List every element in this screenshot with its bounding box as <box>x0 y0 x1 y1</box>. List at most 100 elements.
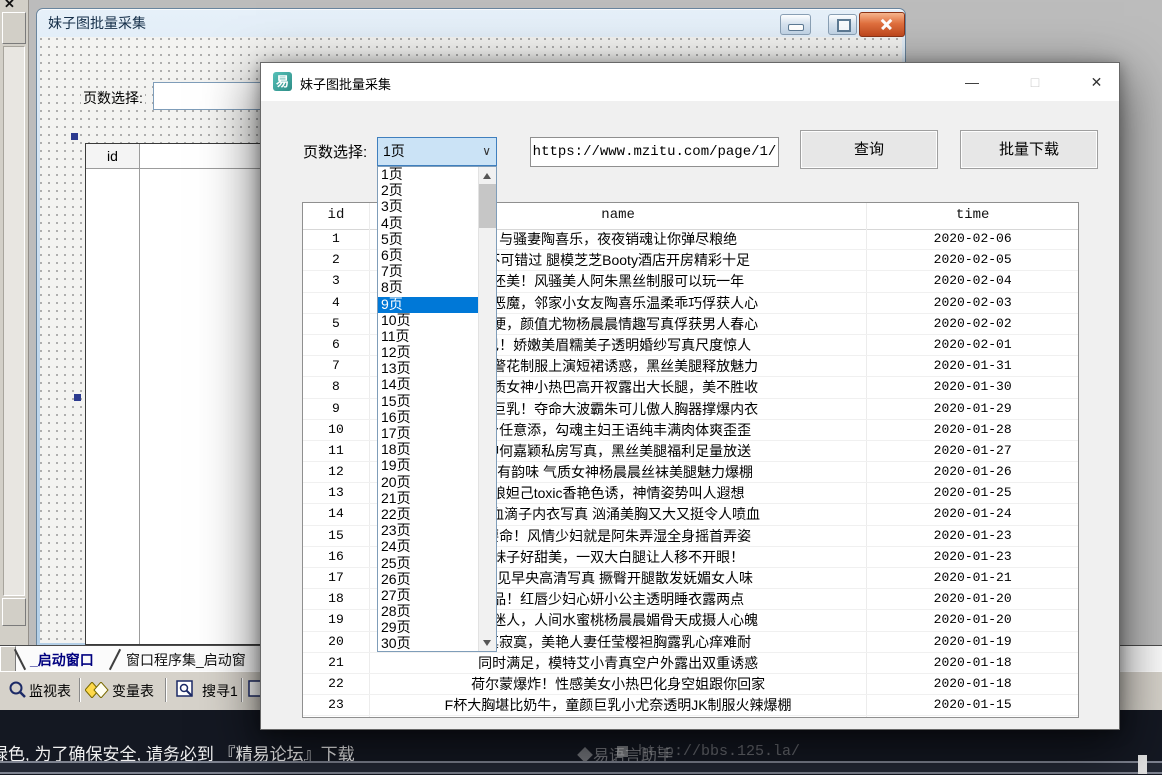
panel-close-icon[interactable]: ✕ <box>4 0 15 12</box>
table-cell-time: 2020-01-20 <box>867 589 1078 609</box>
table-cell-time: 2020-02-05 <box>867 250 1078 270</box>
dropdown-item[interactable]: 4页 <box>378 216 479 232</box>
minimize-button[interactable]: — <box>949 63 995 101</box>
table-cell-id: 14 <box>303 504 370 524</box>
variable-table-button[interactable]: 变量表 <box>112 681 154 701</box>
query-button[interactable]: 查询 <box>800 130 938 169</box>
batch-download-button[interactable]: 批量下载 <box>960 130 1098 169</box>
page-select-label: 页数选择: <box>303 141 367 162</box>
table-cell-id: 9 <box>303 399 370 419</box>
column-header-id[interactable]: id <box>303 203 370 229</box>
designer-table-id-header: id <box>86 144 139 168</box>
table-row[interactable]: 21同时满足，模特艾小青真空户外露出双重诱惑2020-01-18 <box>303 653 1078 674</box>
dropdown-item[interactable]: 27页 <box>378 588 479 604</box>
dropdown-item[interactable]: 14页 <box>378 377 479 393</box>
close-button[interactable]: ✕ <box>1074 63 1119 101</box>
table-cell-time: 2020-01-31 <box>867 356 1078 376</box>
table-cell-time: 2020-01-19 <box>867 632 1078 652</box>
dropdown-item[interactable]: 8页 <box>378 280 479 296</box>
dropdown-item[interactable]: 20页 <box>378 475 479 491</box>
listbox-scrollbar[interactable] <box>478 167 496 651</box>
table-row[interactable]: 24姐姐给你检查身体！黑衣护士朱可儿香艳高污非看不可2020-01-14 <box>303 716 1078 717</box>
dropdown-item[interactable]: 9页 <box>378 297 479 313</box>
panel-scroll-down-button[interactable] <box>2 598 26 626</box>
tab-startup-window[interactable]: _启动窗口 <box>30 650 94 670</box>
table-cell-time: 2020-01-20 <box>867 610 1078 630</box>
dropdown-item[interactable]: 23页 <box>378 523 479 539</box>
table-cell-time: 2020-01-15 <box>867 695 1078 715</box>
panel-scrollbar-track[interactable] <box>3 46 25 596</box>
table-cell-time: 2020-01-14 <box>867 716 1078 717</box>
table-cell-time: 2020-01-27 <box>867 441 1078 461</box>
dropdown-item[interactable]: 11页 <box>378 329 479 345</box>
dropdown-item[interactable]: 5页 <box>378 232 479 248</box>
dropdown-item[interactable]: 16页 <box>378 410 479 426</box>
dropdown-item[interactable]: 12页 <box>378 345 479 361</box>
table-cell-id: 4 <box>303 293 370 313</box>
column-header-time[interactable]: time <box>867 203 1078 229</box>
arrow-down-icon <box>483 640 491 646</box>
dropdown-item[interactable]: 15页 <box>378 394 479 410</box>
table-cell-time: 2020-02-03 <box>867 293 1078 313</box>
scrollbar-thumb[interactable] <box>479 184 496 228</box>
table-row[interactable]: 22荷尔蒙爆炸！性感美女小热巴化身空姐跟你回家2020-01-18 <box>303 674 1078 695</box>
dropdown-item[interactable]: 6页 <box>378 248 479 264</box>
panel-scroll-up-button[interactable] <box>2 12 26 44</box>
table-cell-time: 2020-01-18 <box>867 674 1078 694</box>
table-cell-time: 2020-01-30 <box>867 377 1078 397</box>
dropdown-item[interactable]: 30页 <box>378 636 479 652</box>
table-cell-id: 12 <box>303 462 370 482</box>
table-cell-id: 13 <box>303 483 370 503</box>
table-cell-time: 2020-02-02 <box>867 314 1078 334</box>
dropdown-item[interactable]: 24页 <box>378 539 479 555</box>
page-select-combobox[interactable]: 1页 ∨ <box>377 137 497 166</box>
dropdown-item[interactable]: 13页 <box>378 361 479 377</box>
banner-url: http://bbs.125.la/ <box>638 743 800 760</box>
dropdown-item[interactable]: 7页 <box>378 264 479 280</box>
scroll-down-button[interactable] <box>479 634 496 651</box>
arrow-up-icon <box>483 173 491 179</box>
dropdown-item[interactable]: 1页 <box>378 167 479 183</box>
scroll-up-button[interactable] <box>479 167 496 184</box>
table-cell-name: F杯大胸堪比奶牛，童颜巨乳小尤奈透明JK制服火辣爆棚 <box>370 695 867 715</box>
dropdown-item[interactable]: 19页 <box>378 458 479 474</box>
designer-maximize-button[interactable] <box>828 14 857 35</box>
dropdown-item[interactable]: 29页 <box>378 620 479 636</box>
dialog-titlebar[interactable]: 易 妹子图批量采集 — □ ✕ <box>261 63 1119 101</box>
dropdown-item[interactable]: 2页 <box>378 183 479 199</box>
tab-window-program-set[interactable]: 窗口程序集_启动窗 <box>126 650 246 670</box>
table-cell-time: 2020-01-23 <box>867 547 1078 567</box>
selection-handle[interactable] <box>74 394 81 401</box>
designer-window-title: 妹子图批量采集 <box>48 15 146 31</box>
screen: ✕ 妹子图批量采集 页数选择: id <box>0 0 1162 775</box>
table-cell-id: 10 <box>303 420 370 440</box>
url-input[interactable]: https://www.mzitu.com/page/1/ <box>530 137 779 167</box>
designer-close-button[interactable] <box>859 12 905 37</box>
selection-handle[interactable] <box>71 133 78 140</box>
table-cell-id: 3 <box>303 271 370 291</box>
dropdown-item[interactable]: 22页 <box>378 507 479 523</box>
watch-table-button[interactable]: 监视表 <box>29 681 71 701</box>
dropdown-item[interactable]: 21页 <box>378 491 479 507</box>
dropdown-item[interactable]: 10页 <box>378 313 479 329</box>
table-cell-time: 2020-01-21 <box>867 568 1078 588</box>
chevron-down-icon[interactable]: ∨ <box>482 138 491 165</box>
table-cell-id: 18 <box>303 589 370 609</box>
dropdown-item[interactable]: 28页 <box>378 604 479 620</box>
designer-minimize-button[interactable] <box>780 14 811 35</box>
designer-page-label[interactable]: 页数选择: <box>81 88 145 108</box>
dropdown-item[interactable]: 26页 <box>378 572 479 588</box>
table-cell-id: 7 <box>303 356 370 376</box>
table-cell-time: 2020-01-26 <box>867 462 1078 482</box>
table-cell-id: 20 <box>303 632 370 652</box>
table-cell-id: 8 <box>303 377 370 397</box>
search1-button[interactable]: 搜寻1 <box>202 681 238 701</box>
dropdown-item[interactable]: 17页 <box>378 426 479 442</box>
table-cell-id: 2 <box>303 250 370 270</box>
toolbar-separator <box>79 678 81 702</box>
table-row[interactable]: 23F杯大胸堪比奶牛，童颜巨乳小尤奈透明JK制服火辣爆棚2020-01-15 <box>303 695 1078 716</box>
maximize-button[interactable]: □ <box>1012 63 1058 101</box>
dropdown-item[interactable]: 3页 <box>378 199 479 215</box>
dropdown-item[interactable]: 18页 <box>378 442 479 458</box>
dropdown-item[interactable]: 25页 <box>378 556 479 572</box>
